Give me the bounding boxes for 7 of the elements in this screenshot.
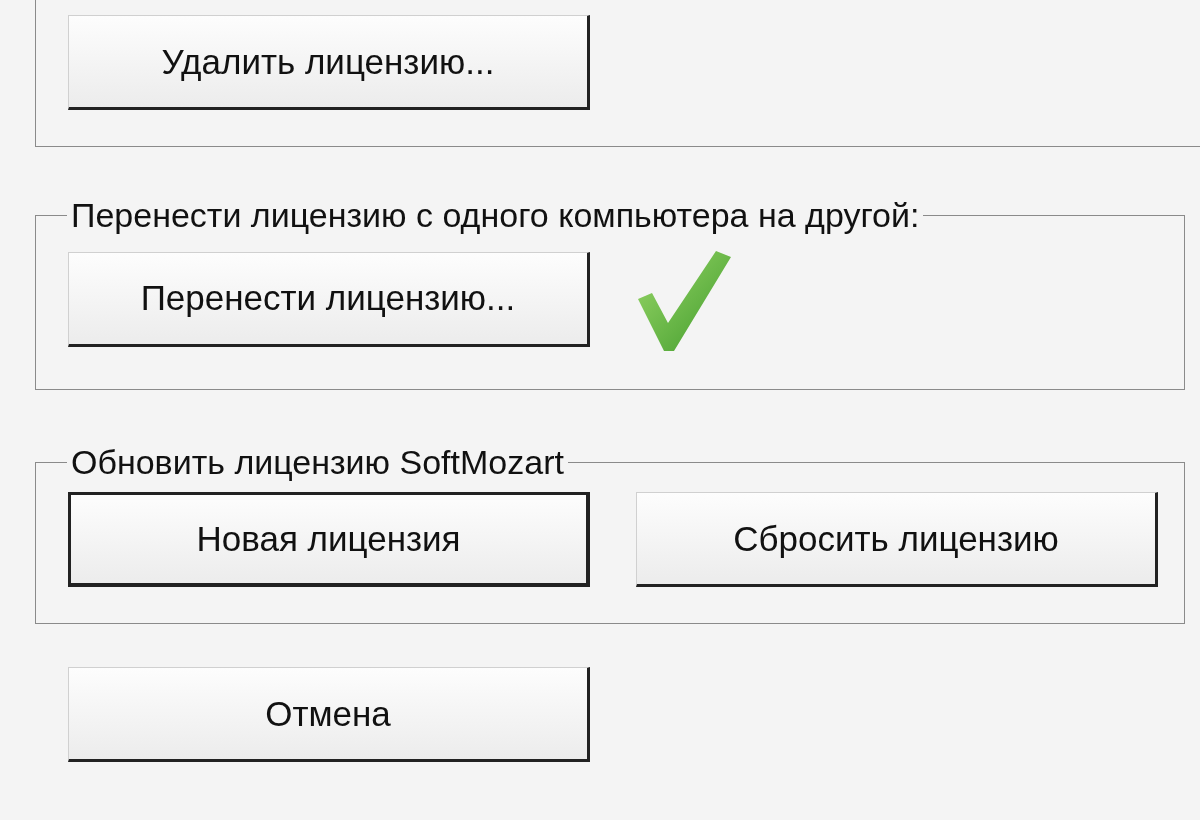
dialog-button[interactable]: Сбросить лицензию — [636, 492, 1158, 587]
dialog-button[interactable]: Новая лицензия — [68, 492, 590, 587]
group-title: Обновить лицензию SoftMozart — [70, 442, 565, 482]
group-title: Перенести лицензию с одного компьютера на другой: — [70, 195, 921, 235]
dialog-button[interactable]: Перенести лицензию... — [68, 251, 590, 347]
dialog-button[interactable]: Удалить лицензию... — [68, 15, 590, 110]
dialog-button[interactable]: Отмена — [68, 667, 590, 762]
